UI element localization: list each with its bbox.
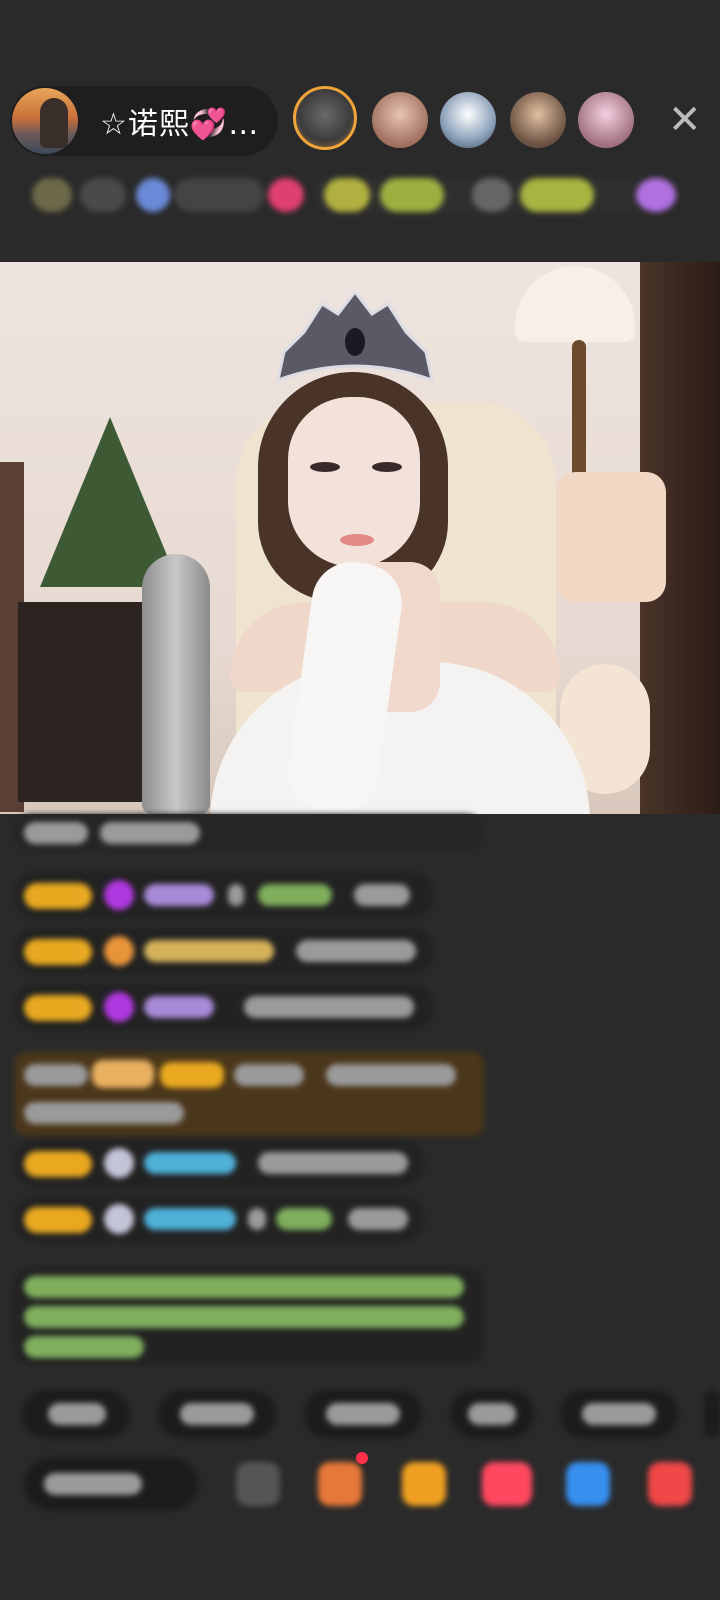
level-badge <box>24 1207 92 1233</box>
quick-reply-chip[interactable] <box>704 1390 720 1438</box>
fan-badge-icon <box>104 992 134 1022</box>
badge-chip[interactable] <box>80 178 126 212</box>
quick-reply-chip[interactable] <box>304 1390 422 1438</box>
heart-icon: 💞 <box>189 107 229 142</box>
badge-chip[interactable] <box>268 178 304 212</box>
badge-chip[interactable] <box>636 178 676 212</box>
message-icon[interactable] <box>566 1462 610 1506</box>
gift-icon[interactable] <box>402 1462 446 1506</box>
share-icon[interactable] <box>482 1462 532 1506</box>
rank-text <box>324 178 370 212</box>
fan-badge-icon <box>104 1204 134 1234</box>
chat-message <box>14 984 434 1030</box>
name-ellipsis: … <box>228 107 260 142</box>
close-icon[interactable]: ✕ <box>668 100 702 140</box>
level-badge <box>24 995 92 1021</box>
notification-dot <box>356 1452 368 1464</box>
task-icon[interactable] <box>318 1462 362 1506</box>
chat-message <box>14 1140 424 1186</box>
host-badge-row[interactable] <box>24 170 696 220</box>
viewer-avatar[interactable] <box>510 92 566 148</box>
host-avatar[interactable] <box>12 88 78 154</box>
fan-badge-icon <box>104 880 134 910</box>
viewer-avatar[interactable] <box>440 92 496 148</box>
level-badge <box>24 939 92 965</box>
viewer-avatar[interactable] <box>578 92 634 148</box>
rank-text <box>520 178 594 212</box>
fan-badge-icon <box>104 1148 134 1178</box>
rank-text <box>472 178 512 212</box>
level-badge <box>24 1151 92 1177</box>
emoji-icon[interactable] <box>236 1462 280 1506</box>
more-icon[interactable] <box>648 1462 692 1506</box>
level-badge <box>24 883 92 909</box>
chat-message <box>14 814 484 850</box>
badge-chip[interactable] <box>174 178 264 212</box>
comment-input[interactable] <box>24 1458 198 1510</box>
chat-message <box>14 872 434 918</box>
crown-decoration <box>276 292 434 383</box>
system-notice <box>14 1268 484 1364</box>
quick-reply-chip[interactable] <box>158 1390 276 1438</box>
viewer-avatar[interactable] <box>372 92 428 148</box>
chat-message <box>14 1196 424 1242</box>
badge-chip[interactable] <box>136 178 170 212</box>
top-viewer-avatar[interactable] <box>293 86 357 150</box>
quick-reply-chip[interactable] <box>450 1390 534 1438</box>
badge-chip[interactable] <box>32 178 72 212</box>
host-name: ☆诺熙💞… <box>100 99 259 143</box>
gift-message-banner <box>14 1052 484 1136</box>
quick-reply-chip[interactable] <box>560 1390 678 1438</box>
rank-text <box>380 178 444 212</box>
host-info-pill[interactable]: ☆诺熙💞… <box>10 86 278 156</box>
live-video[interactable] <box>0 262 720 814</box>
quick-reply-chip[interactable] <box>22 1390 130 1438</box>
fan-badge-icon <box>104 936 134 966</box>
host-name-text: ☆诺熙 <box>100 107 190 142</box>
chat-message <box>14 928 434 974</box>
